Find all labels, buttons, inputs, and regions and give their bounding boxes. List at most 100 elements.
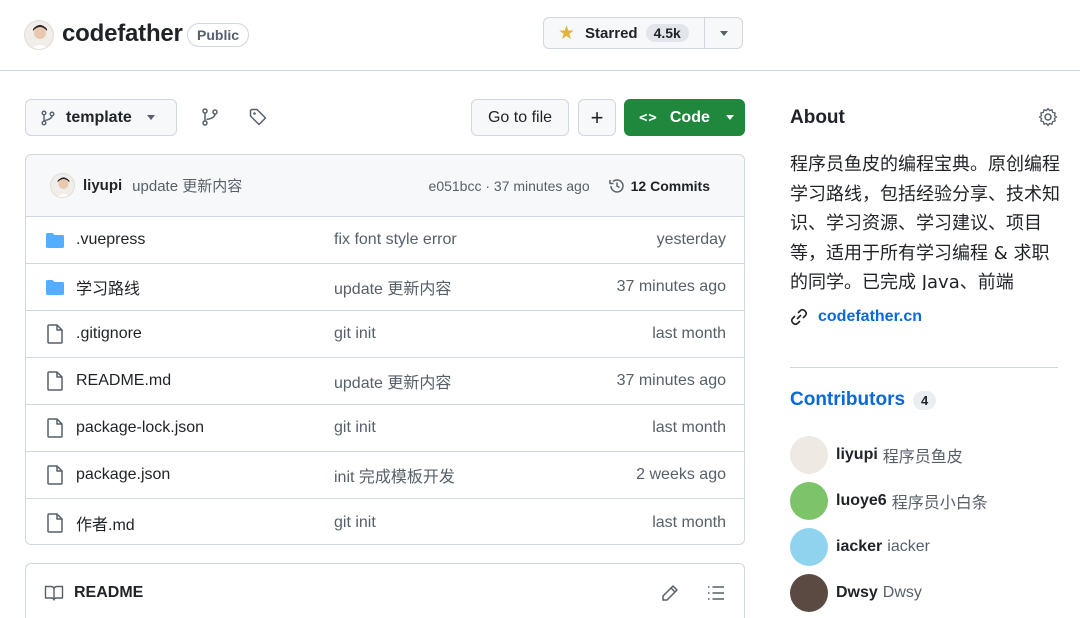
file-commit-time: last month [652,419,726,436]
readme-tab[interactable]: README [74,584,660,602]
contributors-heading[interactable]: Contributors 4 [790,389,937,411]
file-name[interactable]: package.json [76,466,334,484]
star-list-dropdown-button[interactable] [705,18,742,48]
latest-commit-bar: liyupi update 更新内容 e051bcc · 37 minutes … [26,155,744,217]
code-label: Code [669,108,710,126]
contributor-avatar[interactable] [790,528,828,566]
file-icon [44,512,66,534]
contributor-name: 程序员小白条 [891,495,988,512]
book-icon [44,585,64,601]
owner-avatar[interactable] [24,20,54,50]
file-name[interactable]: 作者.md [76,511,334,535]
readme-panel: README [25,563,745,618]
file-name[interactable]: README.md [76,372,334,390]
commit-author[interactable]: liyupi [83,177,122,194]
file-row[interactable]: package.json init 完成模板开发 2 weeks ago [26,452,744,499]
pencil-icon[interactable] [660,583,680,603]
code-button[interactable]: <> Code [624,99,745,136]
contributor-avatar[interactable] [790,482,828,520]
outline-list-icon[interactable] [706,583,726,603]
folder-icon [44,276,66,298]
chevron-down-icon [146,115,155,120]
file-row[interactable]: .gitignore git init last month [26,311,744,358]
file-row[interactable]: 学习路线 update 更新内容 37 minutes ago [26,264,744,311]
commits-history-link[interactable]: 12 Commits [608,177,710,195]
contributor-login[interactable]: luoye6 [836,492,887,510]
file-commit-time: last month [652,325,726,342]
file-commit-time: 2 weeks ago [636,466,726,483]
star-icon: ★ [558,22,576,44]
file-commit-message[interactable]: init 完成模板开发 [334,463,636,487]
file-commit-message[interactable]: update 更新内容 [334,369,617,393]
homepage-url: codefather.cn [818,308,923,325]
star-button-group: ★ Starred 4.5k [543,17,743,49]
file-icon [44,370,66,392]
about-description: 程序员鱼皮的编程宝典。原创编程学习路线，包括经验分享、技术知识、学习资源、学习建… [790,154,1060,290]
commit-message[interactable]: update 更新内容 [132,175,428,196]
file-name[interactable]: .gitignore [76,325,334,343]
file-row[interactable]: .vuepress fix font style error yesterday [26,217,744,264]
starred-button[interactable]: ★ Starred 4.5k [544,18,705,48]
file-name[interactable]: 学习路线 [76,275,334,299]
sidebar-divider [790,367,1058,368]
file-commit-time: 37 minutes ago [616,278,726,295]
contributor-avatar[interactable] [790,574,828,612]
contributor-item[interactable]: Dwsy Dwsy [790,570,1060,616]
commit-sha-time[interactable]: e051bcc · 37 minutes ago [429,178,590,194]
file-commit-message[interactable]: git init [334,514,652,532]
contributor-login[interactable]: iacker [836,538,882,556]
tag-icon[interactable] [248,107,268,127]
starred-label: Starred [585,24,638,42]
file-commit-time: yesterday [656,231,726,248]
readme-header: README [26,564,744,618]
file-commit-message[interactable]: git init [334,419,652,437]
contributor-avatar[interactable] [790,436,828,474]
file-list: .vuepress fix font style error yesterday 学习… [26,217,744,544]
contributor-item[interactable]: luoye6 程序员小白条 [790,478,1060,524]
gear-icon[interactable] [1038,107,1058,127]
contributors-list: liyupi 程序员鱼皮 luoye6 程序员小白条 iacker iacker Dwsy D… [790,432,1060,616]
file-row[interactable]: package-lock.json git init last month [26,405,744,452]
visibility-badge: Public [187,23,250,47]
repo-header: codefather Public ★ Starred 4.5k [0,0,1080,71]
chevron-down-icon [725,115,734,120]
repo-name[interactable]: codefather [62,20,183,48]
file-commit-time: last month [652,513,726,531]
file-name[interactable]: .vuepress [76,231,334,249]
file-icon [44,417,66,439]
file-row[interactable]: README.md update 更新内容 37 minutes ago [26,358,744,405]
file-commit-message[interactable]: update 更新内容 [334,275,617,299]
contributor-item[interactable]: iacker iacker [790,524,1060,570]
homepage-link[interactable]: codefather.cn [790,308,922,326]
file-commit-message[interactable]: git init [334,325,652,343]
chevron-down-icon [719,30,728,36]
star-count: 4.5k [645,24,689,42]
file-browser: liyupi update 更新内容 e051bcc · 37 minutes … [25,154,745,545]
about-heading: About [790,107,845,128]
branches-icon[interactable] [200,107,220,127]
contributor-login[interactable]: liyupi [836,446,878,464]
link-icon [790,308,808,326]
file-commit-message[interactable]: fix font style error [334,231,657,249]
contributor-name: iacker [887,538,930,555]
contributors-count: 4 [913,390,937,410]
contributor-login[interactable]: Dwsy [836,584,878,602]
file-name[interactable]: package-lock.json [76,419,334,437]
commit-author-avatar[interactable] [50,173,75,198]
file-commit-time: 37 minutes ago [616,372,726,389]
commits-count: 12 Commits [630,177,710,194]
folder-icon [44,229,66,251]
contributor-name: Dwsy [882,584,922,601]
file-icon [44,323,66,345]
code-icon: <> [639,109,658,126]
contributor-item[interactable]: liyupi 程序员鱼皮 [790,432,1060,478]
go-to-file-button[interactable]: Go to file [471,99,569,136]
contributor-name: 程序员鱼皮 [882,449,963,466]
file-row[interactable]: 作者.md git init last month [26,499,744,544]
branch-name: template [66,108,132,126]
file-icon [44,464,66,486]
branch-selector[interactable]: template [25,99,177,136]
contributors-label: Contributors [790,389,906,410]
add-file-button[interactable]: + [578,99,616,136]
git-branch-icon [41,110,55,125]
